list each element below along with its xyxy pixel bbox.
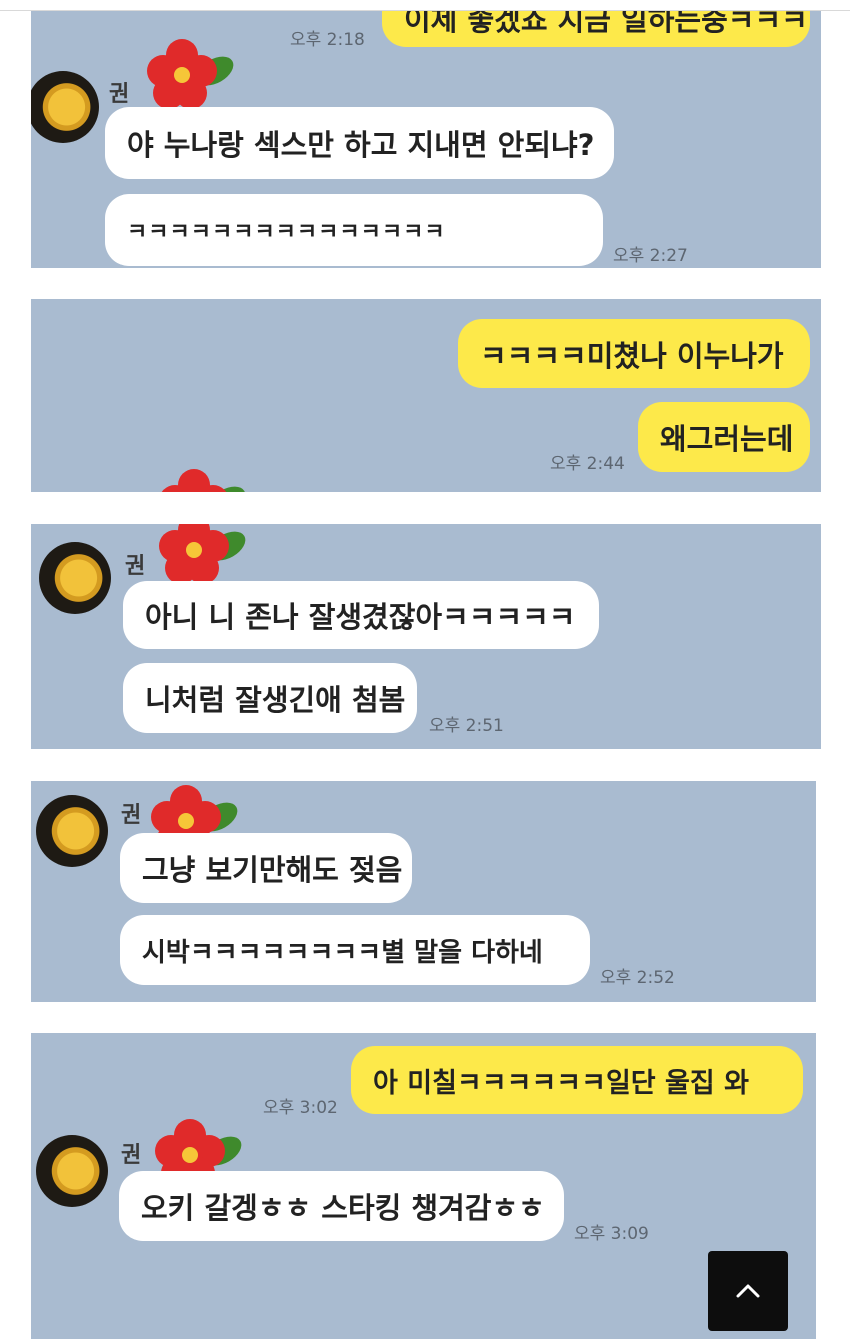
message-time: 오후 3:09 xyxy=(574,1224,649,1244)
my-message-bubble: 왜그러는데 xyxy=(638,402,810,472)
my-message-bubble: 이제 좋겠죠 지금 일하는중ㅋㅋㅋ xyxy=(382,11,810,47)
their-message-bubble: 야 누나랑 섹스만 하고 지내면 안되냐? xyxy=(105,107,614,179)
message-time: 오후 2:18 xyxy=(290,30,365,50)
message-time: 오후 2:51 xyxy=(429,716,504,736)
message-time: 오후 2:27 xyxy=(613,246,688,266)
scroll-to-top-button[interactable] xyxy=(708,1251,788,1331)
their-message-bubble: 아니 니 존나 잘생겼잖아ㅋㅋㅋㅋㅋ xyxy=(123,581,599,649)
chat-panel-4: 권 그냥 보기만해도 젖음 시박ㅋㅋㅋㅋㅋㅋㅋㅋ별 말을 다하네 오후 2:52 xyxy=(31,781,816,1002)
flower-sticker-icon xyxy=(147,39,234,109)
avatar xyxy=(39,542,111,614)
sender-nickname: 권 xyxy=(121,803,142,828)
chat-panel-3: 권 아니 니 존나 잘생겼잖아ㅋㅋㅋㅋㅋ 니처럼 잘생긴애 첨봄 오후 2:51 xyxy=(31,524,821,749)
my-message-bubble: 아 미칠ㅋㅋㅋㅋㅋㅋ일단 울집 와 xyxy=(351,1046,803,1114)
their-message-bubble: 그냥 보기만해도 젖음 xyxy=(120,833,412,903)
sender-nickname: 권 xyxy=(125,554,146,579)
flower-sticker-icon xyxy=(161,469,246,492)
their-message-bubble: 시박ㅋㅋㅋㅋㅋㅋㅋㅋ별 말을 다하네 xyxy=(120,915,590,985)
chevron-up-icon xyxy=(736,1284,760,1298)
my-message-bubble: ㅋㅋㅋㅋ미쳤나 이누나가 xyxy=(458,319,810,388)
chat-panel-5: 아 미칠ㅋㅋㅋㅋㅋㅋ일단 울집 와 오후 3:02 권 오키 갈겡ㅎㅎ 스타킹 … xyxy=(31,1033,816,1339)
their-message-bubble: ㅋㅋㅋㅋㅋㅋㅋㅋㅋㅋㅋㅋㅋㅋㅋ xyxy=(105,194,603,266)
their-message-bubble: 니처럼 잘생긴애 첨봄 xyxy=(123,663,417,733)
message-time: 오후 3:02 xyxy=(263,1098,338,1118)
message-time: 오후 2:52 xyxy=(600,968,675,988)
chat-panel-1: 이제 좋겠죠 지금 일하는중ㅋㅋㅋ 오후 2:18 권 야 누나랑 섹스만 하고… xyxy=(31,11,821,268)
their-message-bubble: 오키 갈겡ㅎㅎ 스타킹 챙겨감ㅎㅎ xyxy=(119,1171,564,1241)
avatar xyxy=(31,71,99,143)
avatar xyxy=(36,1135,108,1207)
flower-sticker-icon xyxy=(159,524,246,584)
chat-panel-2: ㅋㅋㅋㅋ미쳤나 이누나가 왜그러는데 오후 2:44 xyxy=(31,299,821,492)
avatar xyxy=(36,795,108,867)
sender-nickname: 권 xyxy=(109,82,130,107)
message-time: 오후 2:44 xyxy=(550,454,625,474)
sender-nickname: 권 xyxy=(121,1143,142,1168)
